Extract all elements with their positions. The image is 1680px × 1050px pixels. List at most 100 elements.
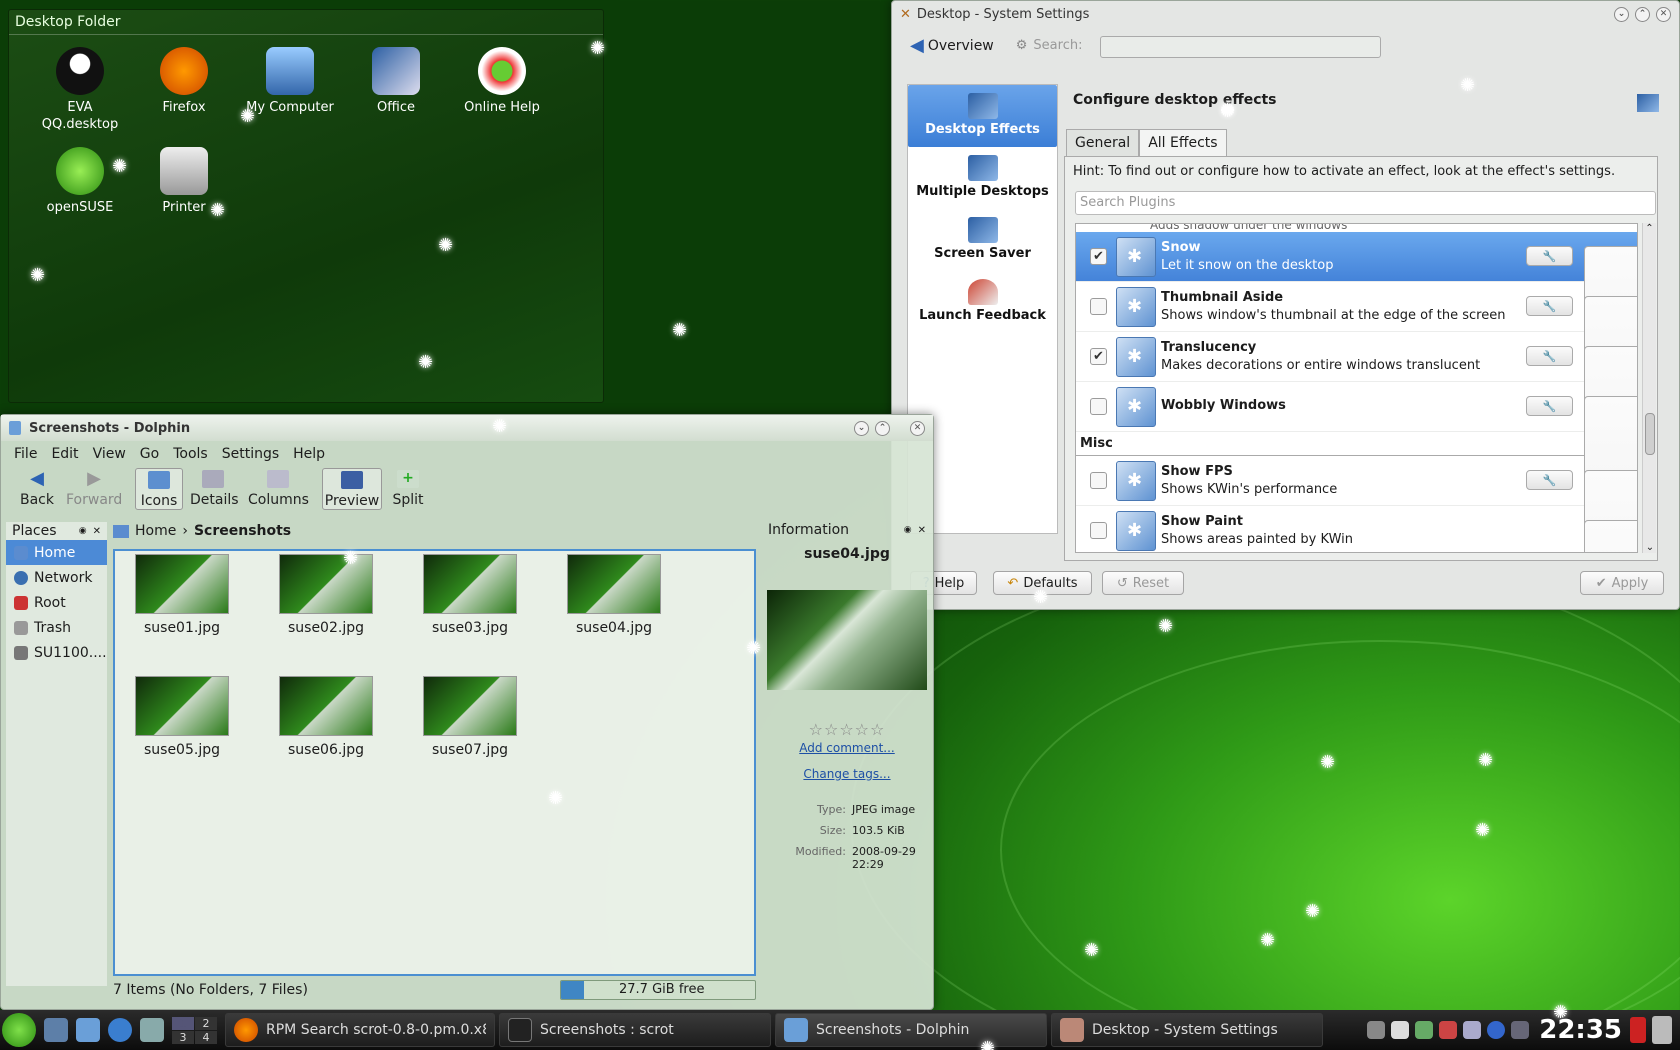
panel-float-icon[interactable]: ◉ xyxy=(904,525,912,535)
menu-edit[interactable]: Edit xyxy=(51,446,78,462)
clock[interactable]: 22:35 xyxy=(1539,1015,1622,1045)
rating-stars[interactable]: ☆☆☆☆☆ xyxy=(764,720,930,739)
places-item-network[interactable]: Network xyxy=(6,565,107,590)
desktop-icon-opensuse[interactable]: openSUSE xyxy=(27,147,133,216)
plugin-checkbox[interactable] xyxy=(1090,398,1107,415)
menu-settings[interactable]: Settings xyxy=(222,446,279,462)
search-plugins-input[interactable]: Search Plugins xyxy=(1075,191,1656,215)
file-item[interactable]: suse02.jpg xyxy=(261,554,391,636)
plugin-row-wobbly-windows[interactable]: Wobbly Windows 🔧 i xyxy=(1076,382,1637,552)
configure-wrench-button[interactable]: 🔧 xyxy=(1526,296,1573,316)
pager-desktop-3[interactable]: 3 xyxy=(172,1030,194,1044)
sidebar-item-multiple-desktops[interactable]: Multiple Desktops xyxy=(908,147,1057,209)
split-button[interactable]: + Split xyxy=(392,470,424,508)
places-item-root[interactable]: Root xyxy=(6,590,107,615)
sidebar-item-launch-feedback[interactable]: Launch Feedback xyxy=(908,271,1057,333)
pager-desktop-1[interactable]: 1 xyxy=(172,1016,194,1030)
desktop-icon-printer[interactable]: Printer xyxy=(131,147,237,216)
sidebar-item-screen-saver[interactable]: Screen Saver xyxy=(908,209,1057,271)
task-dolphin[interactable]: Screenshots - Dolphin xyxy=(775,1013,1047,1047)
dolphin-titlebar[interactable]: Screenshots - Dolphin ⌄ ⌃ ✕ xyxy=(1,415,933,441)
desktop-icon-eva-qq-desktop[interactable]: EVA QQ.desktop xyxy=(27,47,133,133)
plugin-row-snow[interactable]: ✔ Snow Let it snow on the desktop 🔧 i xyxy=(1076,232,1637,552)
about-info-button[interactable]: i xyxy=(1584,520,1637,552)
task-firefox[interactable]: RPM Search scrot-0.8-0.pm.0.x86_64 xyxy=(225,1013,495,1047)
panel-float-icon[interactable]: ◉ xyxy=(79,526,87,536)
file-view[interactable]: suse01.jpg suse02.jpg suse03.jpg suse04.jpg… xyxy=(113,549,756,976)
file-item[interactable]: suse06.jpg xyxy=(261,676,391,758)
configure-wrench-button[interactable]: 🔧 xyxy=(1526,396,1573,416)
desktop-icon-firefox[interactable]: Firefox xyxy=(131,47,237,116)
file-item[interactable]: suse07.jpg xyxy=(405,676,535,758)
tray-device-icon[interactable] xyxy=(1487,1021,1506,1039)
plugin-list-scrollbar[interactable]: ⌃ ⌄ xyxy=(1642,223,1656,553)
file-manager-icon[interactable] xyxy=(76,1018,100,1042)
desktop-icon-my-computer[interactable]: My Computer xyxy=(237,47,343,116)
file-item[interactable]: suse05.jpg xyxy=(117,676,247,758)
file-item[interactable]: suse03.jpg xyxy=(405,554,535,636)
screen-lock-icon[interactable] xyxy=(1630,1017,1646,1043)
forward-button[interactable]: ▶ Forward xyxy=(66,470,122,509)
file-item[interactable]: suse04.jpg xyxy=(549,554,679,636)
sidebar-item-desktop-effects[interactable]: Desktop Effects xyxy=(908,85,1057,147)
minimize-button[interactable]: ⌄ xyxy=(854,420,869,436)
menu-file[interactable]: File xyxy=(14,446,37,462)
minimize-button[interactable]: ⌄ xyxy=(1614,6,1629,22)
maximize-button[interactable]: ⌃ xyxy=(875,420,890,436)
view-icons-button[interactable]: Icons xyxy=(135,468,183,510)
panel-close-icon[interactable]: ✕ xyxy=(93,526,101,537)
show-desktop-icon[interactable] xyxy=(140,1018,164,1042)
plugin-checkbox[interactable] xyxy=(1090,298,1107,315)
system-settings-titlebar[interactable]: ✕ Desktop - System Settings ⌄ ⌃ ✕ xyxy=(892,1,1679,27)
tray-keyboard-icon[interactable] xyxy=(1367,1021,1386,1039)
overview-button[interactable]: ◀ Overview xyxy=(910,35,994,56)
plugin-row-translucency[interactable]: ✔ Translucency Makes decorations or entire… xyxy=(1076,332,1637,552)
plugin-checkbox[interactable] xyxy=(1090,522,1107,539)
plugin-checkbox[interactable]: ✔ xyxy=(1090,248,1107,265)
places-item-home[interactable]: Home xyxy=(6,540,107,565)
configure-wrench-button[interactable]: 🔧 xyxy=(1526,470,1573,490)
task-system-settings[interactable]: Desktop - System Settings xyxy=(1051,1013,1323,1047)
tray-network-icon[interactable] xyxy=(1415,1021,1434,1039)
configure-wrench-button[interactable]: 🔧 xyxy=(1526,346,1573,366)
tray-clipboard-icon[interactable] xyxy=(1391,1021,1410,1039)
back-button[interactable]: ◀ Back xyxy=(18,470,56,509)
view-details-button[interactable]: Details xyxy=(190,470,239,508)
trash-icon[interactable] xyxy=(1652,1016,1672,1044)
plugin-row-show-paint[interactable]: Show Paint Shows areas painted by KWin i xyxy=(1076,506,1637,552)
places-item-trash[interactable]: Trash xyxy=(6,615,107,640)
kickoff-menu-button[interactable] xyxy=(2,1013,36,1047)
file-item[interactable]: suse01.jpg xyxy=(117,554,247,636)
desktop-icon-office[interactable]: Office xyxy=(343,47,449,116)
maximize-button[interactable]: ⌃ xyxy=(1635,6,1650,22)
task-terminal[interactable]: Screenshots : scrot xyxy=(499,1013,771,1047)
change-tags-link[interactable]: Change tags... xyxy=(764,767,930,781)
plugin-checkbox[interactable]: ✔ xyxy=(1090,348,1107,365)
menu-view[interactable]: View xyxy=(93,446,126,462)
panel-close-icon[interactable]: ✕ xyxy=(918,525,926,536)
apply-button[interactable]: ✔ Apply xyxy=(1580,571,1664,595)
close-button[interactable]: ✕ xyxy=(910,420,925,436)
reset-button[interactable]: ↺ Reset xyxy=(1102,571,1184,595)
plugin-row-thumbnail-aside[interactable]: Thumbnail Aside Shows window's thumbnail … xyxy=(1076,282,1637,552)
tab-all-effects[interactable]: All Effects xyxy=(1139,129,1227,156)
configure-wrench-button[interactable]: 🔧 xyxy=(1526,246,1573,266)
breadcrumb-home[interactable]: Home xyxy=(135,523,176,539)
free-space-bar[interactable]: 27.7 GiB free xyxy=(560,980,756,1000)
menu-help[interactable]: Help xyxy=(293,446,325,462)
desktop-icon[interactable] xyxy=(44,1018,68,1042)
menu-tools[interactable]: Tools xyxy=(173,446,208,462)
search-input[interactable] xyxy=(1100,36,1381,58)
defaults-button[interactable]: ↶ Defaults xyxy=(993,571,1092,595)
menu-go[interactable]: Go xyxy=(140,446,159,462)
preview-button[interactable]: Preview xyxy=(322,468,382,510)
breadcrumb-current[interactable]: Screenshots xyxy=(194,523,291,539)
add-comment-link[interactable]: Add comment... xyxy=(764,741,930,755)
desktop-icon-online-help[interactable]: Online Help xyxy=(449,47,555,116)
close-button[interactable]: ✕ xyxy=(1656,6,1671,22)
tray-power-icon[interactable] xyxy=(1511,1021,1530,1039)
pager-desktop-4[interactable]: 4 xyxy=(195,1030,217,1044)
plugin-checkbox[interactable] xyxy=(1090,472,1107,489)
tray-volume-icon[interactable] xyxy=(1463,1021,1482,1039)
view-columns-button[interactable]: Columns xyxy=(248,470,309,508)
